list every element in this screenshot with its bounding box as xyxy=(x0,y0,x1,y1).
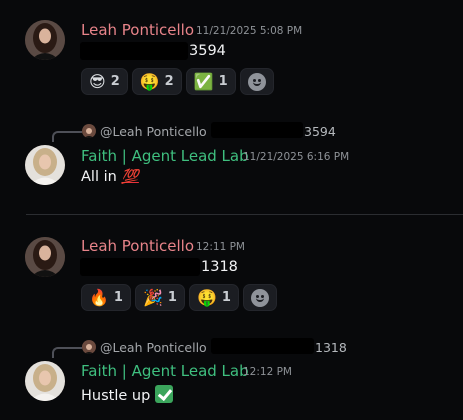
avatar-faith[interactable] xyxy=(25,361,65,401)
reaction-button[interactable]: ✅ 1 xyxy=(185,68,236,95)
redacted-text xyxy=(80,258,200,276)
reaction-count: 1 xyxy=(221,290,231,305)
author-name[interactable]: Leah Ponticello xyxy=(81,21,194,39)
reaction-count: 2 xyxy=(164,74,174,89)
author-name[interactable]: Faith | Agent Lead Lab xyxy=(81,147,249,165)
sunglasses-emoji-icon: 😎 xyxy=(89,71,106,91)
avatar-leah[interactable] xyxy=(25,237,65,277)
redacted-text xyxy=(80,42,188,60)
redacted-text xyxy=(211,338,314,354)
reply-preview-text[interactable]: 3594 xyxy=(304,124,336,139)
reply-avatar xyxy=(82,124,96,138)
smiley-add-reaction-icon xyxy=(247,72,266,91)
reaction-button[interactable]: 🎉 1 xyxy=(134,284,185,311)
reaction-count: 1 xyxy=(167,290,177,305)
avatar-faith[interactable] xyxy=(25,145,65,185)
message-body: Hustle up xyxy=(81,388,151,404)
reply-author[interactable]: @Leah Ponticello xyxy=(100,124,207,139)
timestamp: 11/21/2025 6:16 PM xyxy=(243,151,350,163)
message-text: 3594 xyxy=(189,43,226,59)
avatar-leah[interactable] xyxy=(25,20,65,60)
author-name[interactable]: Leah Ponticello xyxy=(81,237,194,255)
message-text: All in 💯 xyxy=(81,169,139,185)
reaction-count: 1 xyxy=(218,74,228,89)
message-body: All in xyxy=(81,169,117,185)
add-reaction-button[interactable] xyxy=(239,68,274,95)
reaction-button[interactable]: 🔥 1 xyxy=(81,284,131,311)
reaction-count: 2 xyxy=(110,74,120,89)
reply-avatar xyxy=(82,340,96,354)
message-text: Hustle up xyxy=(81,385,173,404)
timestamp: 12:12 PM xyxy=(243,366,292,378)
author-name[interactable]: Faith | Agent Lead Lab xyxy=(81,362,249,380)
reply-preview-text[interactable]: 1318 xyxy=(315,340,347,355)
timestamp: 11/21/2025 5:08 PM xyxy=(196,25,303,37)
party-popper-emoji-icon: 🎉 xyxy=(142,287,163,307)
timestamp: 12:11 PM xyxy=(196,241,245,253)
reaction-button[interactable]: 🤑 1 xyxy=(188,284,239,311)
reaction-bar: 🔥 1 🎉 1 🤑 1 xyxy=(81,284,277,311)
add-reaction-button[interactable] xyxy=(242,284,277,311)
smiley-add-reaction-icon xyxy=(250,288,269,307)
reaction-button[interactable]: 🤑 2 xyxy=(131,68,182,95)
money-mouth-emoji-icon: 🤑 xyxy=(196,287,217,307)
hundred-points-emoji-icon: 💯 xyxy=(121,169,139,185)
check-mark-emoji-icon: ✅ xyxy=(193,71,214,91)
reaction-bar: 😎 2 🤑 2 ✅ 1 xyxy=(81,68,274,95)
reply-connector xyxy=(52,347,82,358)
redacted-text xyxy=(211,122,303,138)
reaction-count: 1 xyxy=(113,290,123,305)
fire-emoji-icon: 🔥 xyxy=(89,287,109,307)
money-mouth-emoji-icon: 🤑 xyxy=(139,71,160,91)
reply-connector xyxy=(52,131,82,142)
reaction-button[interactable]: 😎 2 xyxy=(81,68,128,95)
reply-author[interactable]: @Leah Ponticello xyxy=(100,340,207,355)
message-divider xyxy=(26,214,463,215)
message-text: 1318 xyxy=(201,259,238,275)
white-check-mark-icon xyxy=(154,385,173,403)
